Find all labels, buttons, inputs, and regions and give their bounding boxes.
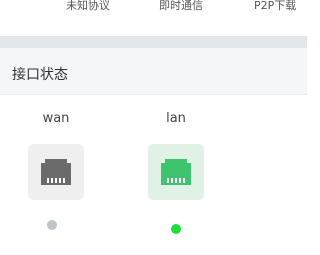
port-name: lan bbox=[166, 111, 186, 126]
section-title: 接口状态 bbox=[12, 67, 68, 83]
tab-unknown-protocol[interactable]: 未知协议 bbox=[66, 0, 110, 13]
top-tab-strip: 未知协议 即时通信 P2P下载 bbox=[0, 0, 307, 36]
port-icon-box[interactable] bbox=[148, 144, 204, 200]
port-status-dot bbox=[171, 224, 181, 234]
port-status-dot bbox=[47, 220, 57, 230]
port-icon-box[interactable] bbox=[28, 144, 84, 200]
port-name: wan bbox=[42, 111, 70, 126]
tab-p2p-download[interactable]: P2P下载 bbox=[254, 0, 296, 13]
tab-instant-messaging[interactable]: 即时通信 bbox=[159, 0, 203, 13]
ethernet-port-icon bbox=[161, 159, 191, 185]
port-wan: wan bbox=[21, 95, 91, 245]
port-lan: lan bbox=[141, 95, 211, 245]
ethernet-port-icon bbox=[41, 159, 71, 185]
section-divider bbox=[0, 36, 307, 48]
section-header: 接口状态 bbox=[0, 48, 307, 95]
